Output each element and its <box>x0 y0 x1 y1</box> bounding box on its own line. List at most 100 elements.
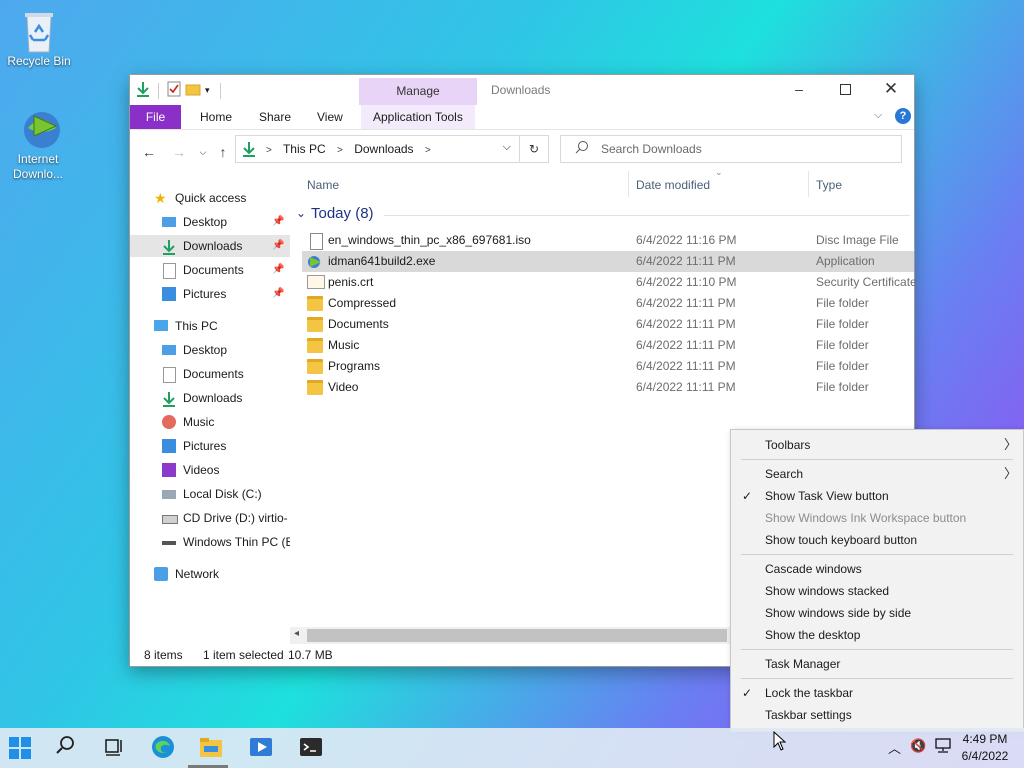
nav-pc-music[interactable]: Music <box>130 411 290 433</box>
nav-quick-access[interactable]: ★ Quick access <box>154 187 290 209</box>
start-button[interactable] <box>8 734 36 762</box>
pin-icon: 📌 <box>272 288 285 299</box>
menu-item-cascade-windows[interactable]: Cascade windows <box>731 558 1023 580</box>
maximize-button[interactable] <box>822 75 868 105</box>
nav-pc-windows-thin-pc[interactable]: Windows Thin PC (E <box>130 531 290 553</box>
file-row[interactable]: Music 6/4/2022 11:11 PM File folder <box>302 335 914 356</box>
breadcrumb-downloads[interactable]: Downloads <box>354 142 413 156</box>
menu-item-show-task-view[interactable]: ✓ Show Task View button <box>731 485 1023 507</box>
internet-download-manager-icon <box>18 108 60 148</box>
nav-pc-cd-drive[interactable]: CD Drive (D:) virtio- <box>130 507 290 529</box>
network-icon[interactable] <box>934 738 952 757</box>
column-header-type[interactable]: Type <box>816 175 842 195</box>
chevron-right-icon: > <box>266 145 272 156</box>
nav-pc-downloads[interactable]: Downloads <box>130 387 290 409</box>
tab-file[interactable]: File <box>130 105 181 129</box>
customize-toolbar-dropdown-icon[interactable]: ▾ <box>205 85 210 96</box>
menu-item-lock-taskbar[interactable]: ✓ Lock the taskbar <box>731 682 1023 704</box>
show-hidden-icons-button[interactable]: ︿ <box>888 738 901 757</box>
back-button[interactable]: ← <box>138 141 160 163</box>
window-title: Downloads <box>491 83 551 97</box>
column-divider[interactable] <box>628 171 629 197</box>
desktop-icon-internet-download-manager[interactable]: Internet Downlo... <box>0 108 76 182</box>
column-header-name[interactable]: Name <box>307 175 339 195</box>
file-row[interactable]: Compressed 6/4/2022 11:11 PM File folder <box>302 293 914 314</box>
menu-item-show-touch-keyboard[interactable]: Show touch keyboard button <box>731 529 1023 551</box>
minimize-button[interactable]: – <box>776 75 822 105</box>
tab-application-tools[interactable]: Application Tools <box>361 105 475 129</box>
task-view-icon <box>105 739 122 756</box>
nav-pc-desktop[interactable]: Desktop <box>130 339 290 361</box>
menu-item-taskbar-settings[interactable]: Taskbar settings <box>731 704 1023 726</box>
system-clock[interactable]: 4:49 PM 6/4/2022 <box>952 731 1018 765</box>
folder-icon <box>307 317 323 332</box>
desktop-icon-recycle-bin[interactable]: Recycle Bin <box>1 10 77 69</box>
chevron-right-icon: 〉 <box>1003 466 1017 481</box>
menu-item-show-desktop[interactable]: Show the desktop <box>731 624 1023 646</box>
nav-pc-videos[interactable]: Videos <box>130 459 290 481</box>
refresh-button[interactable]: ↻ <box>519 135 549 163</box>
file-row[interactable]: Documents 6/4/2022 11:11 PM File folder <box>302 314 914 335</box>
menu-item-show-windows-stacked[interactable]: Show windows stacked <box>731 580 1023 602</box>
new-folder-icon[interactable] <box>185 82 201 99</box>
file-row[interactable]: Programs 6/4/2022 11:11 PM File folder <box>302 356 914 377</box>
nav-pc-documents[interactable]: Documents <box>130 363 290 385</box>
scrollbar-thumb[interactable] <box>307 629 727 642</box>
sort-indicator-icon: ⌄ <box>715 167 723 177</box>
pin-icon: 📌 <box>272 264 285 275</box>
up-button[interactable]: ↑ <box>212 141 234 163</box>
address-dropdown-icon[interactable]: ⌵ <box>503 141 511 154</box>
nav-quick-downloads[interactable]: Downloads 📌 <box>130 235 290 257</box>
nav-pc-local-disk[interactable]: Local Disk (C:) <box>130 483 290 505</box>
nav-pc-pictures[interactable]: Pictures <box>130 435 290 457</box>
menu-item-search[interactable]: Search 〉 <box>731 463 1023 485</box>
nav-quick-documents[interactable]: Documents 📌 <box>130 259 290 281</box>
taskbar-file-explorer[interactable] <box>198 734 226 762</box>
documents-icon <box>163 367 176 383</box>
close-button[interactable]: ✕ <box>868 75 914 105</box>
tab-share[interactable]: Share <box>247 105 303 129</box>
task-view-button[interactable] <box>102 734 130 762</box>
menu-item-task-manager[interactable]: Task Manager <box>731 653 1023 675</box>
scroll-left-icon[interactable]: ◂ <box>294 628 299 639</box>
column-header-date-modified[interactable]: Date modified <box>636 175 710 195</box>
taskbar-terminal[interactable] <box>298 734 326 762</box>
search-input[interactable]: Search Downloads <box>560 135 902 163</box>
taskbar: ︿ 🔇 4:49 PM 6/4/2022 <box>0 728 1024 768</box>
menu-separator <box>741 678 1013 679</box>
file-row[interactable]: penis.crt 6/4/2022 11:10 PM Security Cer… <box>302 272 917 293</box>
nav-network[interactable]: Network <box>154 563 290 585</box>
tab-view[interactable]: View <box>305 105 355 129</box>
column-divider[interactable] <box>808 171 809 197</box>
file-row-selected[interactable]: idman641build2.exe 6/4/2022 11:11 PM App… <box>302 251 914 272</box>
folder-icon <box>307 380 323 395</box>
navigation-pane: ★ Quick access Desktop 📌 Downloads 📌 Doc… <box>130 175 290 640</box>
nav-this-pc[interactable]: This PC <box>154 315 290 337</box>
group-header-today[interactable]: Today (8) <box>311 205 374 222</box>
tab-home[interactable]: Home <box>188 105 244 129</box>
navigation-bar: ← → ⌵ ↑ > This PC > Downloads > ⌵ ↻ Sear… <box>130 135 914 167</box>
file-row[interactable]: en_windows_thin_pc_x86_697681.iso 6/4/20… <box>302 230 914 251</box>
breadcrumb-this-pc[interactable]: This PC <box>283 142 326 156</box>
expand-ribbon-icon[interactable]: ⌵ <box>874 109 882 122</box>
menu-item-show-windows-ink: Show Windows Ink Workspace button <box>765 511 967 525</box>
recent-locations-button[interactable]: ⌵ <box>192 141 214 163</box>
search-placeholder: Search Downloads <box>601 142 702 156</box>
volume-muted-icon[interactable]: 🔇 <box>910 738 926 754</box>
search-button[interactable] <box>54 734 82 762</box>
taskbar-media-player[interactable] <box>248 734 276 762</box>
removable-drive-icon <box>162 541 176 545</box>
nav-quick-pictures[interactable]: Pictures 📌 <box>130 283 290 305</box>
pictures-icon <box>162 439 176 453</box>
properties-icon[interactable] <box>167 81 181 100</box>
address-bar[interactable]: > This PC > Downloads > ⌵ <box>235 135 520 163</box>
help-icon[interactable]: ? <box>895 108 911 124</box>
menu-item-side-by-side[interactable]: Show windows side by side <box>731 602 1023 624</box>
taskbar-edge[interactable] <box>150 734 178 762</box>
status-size: 10.7 MB <box>288 648 333 662</box>
menu-item-toolbars[interactable]: Toolbars 〉 <box>731 434 1023 456</box>
group-collapse-icon[interactable]: ⌄ <box>296 206 306 220</box>
forward-button[interactable]: → <box>168 141 190 163</box>
nav-quick-desktop[interactable]: Desktop 📌 <box>130 211 290 233</box>
file-row[interactable]: Video 6/4/2022 11:11 PM File folder <box>302 377 914 398</box>
